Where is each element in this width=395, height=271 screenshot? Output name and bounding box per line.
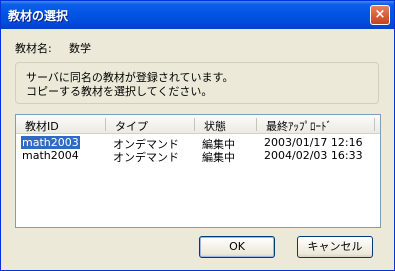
list-header: 教材ID タイプ 状態 最終ｱｯﾌﾟﾛｰﾄﾞ	[16, 115, 380, 134]
course-name-label: 教材名:	[15, 42, 52, 55]
column-separator[interactable]	[374, 118, 375, 131]
column-header-status[interactable]: 状態	[204, 118, 226, 134]
column-header-type[interactable]: タイプ	[115, 118, 148, 134]
dialog-title: 教材の選択	[8, 9, 69, 23]
column-separator[interactable]	[256, 118, 257, 131]
title-bar[interactable]: 教材の選択 ×	[1, 1, 394, 29]
cell-last-upload: 2003/01/17 12:16	[264, 136, 363, 149]
dialog-window: 教材の選択 × 教材名: 数学 サーバに同名の教材が登録されています。 コピーす…	[0, 0, 395, 271]
column-separator[interactable]	[194, 118, 195, 131]
message-line-2: コピーする教材を選択してください。	[26, 85, 213, 98]
column-separator[interactable]	[105, 118, 106, 131]
close-icon[interactable]: ×	[370, 5, 390, 25]
course-list[interactable]: 教材ID タイプ 状態 最終ｱｯﾌﾟﾛｰﾄﾞ math2003 オンデマンド 編…	[15, 114, 381, 228]
table-row[interactable]: math2004 オンデマンド 編集中 2004/02/03 16:33	[16, 149, 380, 164]
ok-button[interactable]: OK	[199, 236, 275, 258]
course-name-value: 数学	[69, 42, 91, 55]
cell-id: math2004	[22, 149, 79, 162]
cell-id: math2003	[21, 136, 80, 149]
table-row[interactable]: math2003 オンデマンド 編集中 2003/01/17 12:16	[16, 136, 380, 151]
column-header-last-upload[interactable]: 最終ｱｯﾌﾟﾛｰﾄﾞ	[266, 118, 332, 134]
cancel-button[interactable]: キャンセル	[297, 236, 373, 258]
cell-status: 編集中	[202, 151, 235, 164]
cell-last-upload: 2004/02/03 16:33	[264, 149, 363, 162]
cell-type: オンデマンド	[113, 151, 179, 164]
column-header-id[interactable]: 教材ID	[25, 118, 59, 134]
message-group: サーバに同名の教材が登録されています。 コピーする教材を選択してください。	[15, 62, 379, 104]
